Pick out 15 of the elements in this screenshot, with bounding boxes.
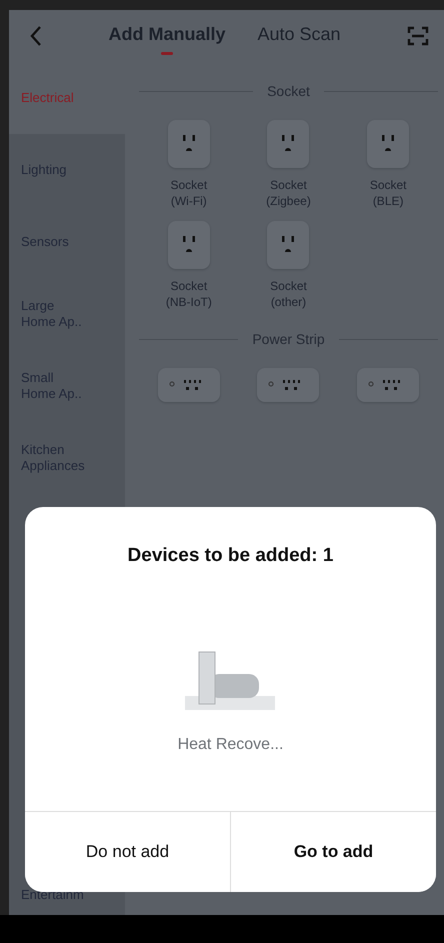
device-name: Heat Recove... bbox=[178, 736, 284, 754]
tab[interactable]: Add Manually bbox=[108, 18, 226, 54]
dialog-title: Devices to be added: 1 bbox=[126, 544, 334, 567]
back-icon bbox=[29, 25, 43, 47]
back-button[interactable] bbox=[29, 25, 43, 47]
device-tile[interactable]: Socket (NB-IoT) bbox=[139, 221, 239, 310]
scan-icon bbox=[406, 24, 430, 48]
scan-button[interactable] bbox=[406, 24, 430, 48]
device-tile[interactable]: Socket (Zigbee) bbox=[238, 120, 338, 210]
device-tile[interactable]: Socket (Wi-Fi) bbox=[139, 120, 239, 210]
category-item[interactable]: Electrical bbox=[9, 62, 125, 134]
device-tile[interactable]: Socket (other) bbox=[238, 221, 338, 310]
dialog-button[interactable]: Go to add bbox=[230, 812, 436, 892]
tab[interactable]: Auto Scan bbox=[257, 18, 341, 54]
device-tile[interactable]: Socket (BLE) bbox=[338, 120, 438, 210]
